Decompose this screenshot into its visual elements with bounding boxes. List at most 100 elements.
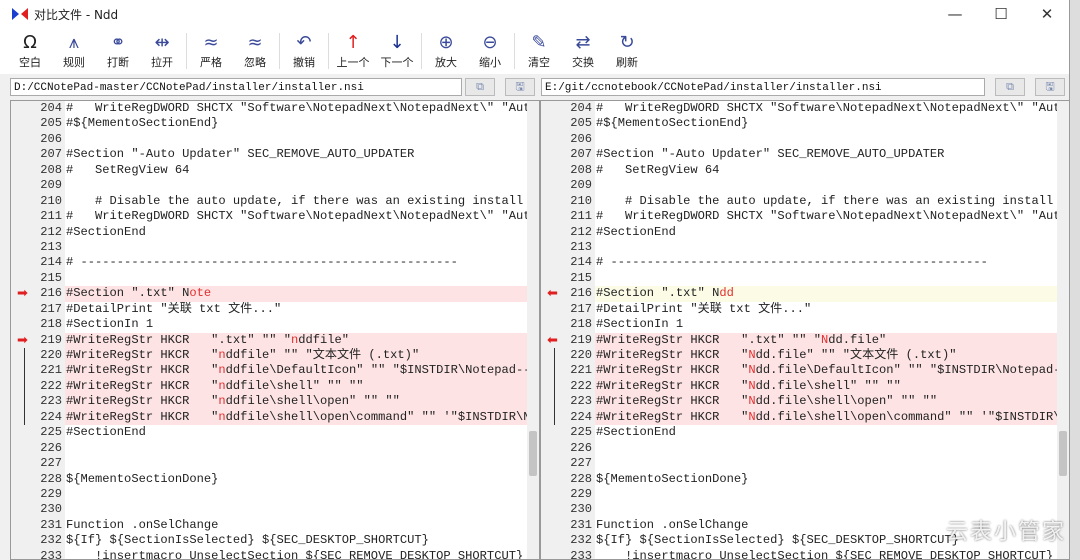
line-text: #WriteRegStr HKCR "nddfile\DefaultIcon" … (65, 363, 527, 379)
diff-text: n (218, 348, 226, 362)
diff-text: N (748, 348, 756, 362)
line-text: #SectionEnd (65, 225, 527, 240)
line-text (595, 240, 1057, 255)
code-line: 233 !insertmacro UnselectSection ${SEC_R… (11, 548, 527, 559)
left-scroll-thumb[interactable] (529, 431, 537, 476)
left-save-button[interactable]: 🖫 (505, 78, 535, 96)
code-line: 221 #WriteRegStr HKCR "nddfile\DefaultIco… (11, 363, 527, 379)
toolbar-separator (514, 33, 515, 69)
toolbar-whitespace-button[interactable]: Ω 空白 (8, 32, 52, 70)
line-text: # --------------------------------------… (65, 255, 527, 270)
zoom-out-label: 缩小 (479, 56, 501, 69)
text-segment: ddfile" (298, 332, 350, 347)
toolbar-previous-button[interactable]: ↑ 上一个 (331, 32, 375, 70)
save-icon: 🖫 (1045, 80, 1055, 93)
line-number: 221 (541, 363, 592, 379)
text-segment: # WriteRegDWORD SHCTX "Software\NotepadN… (596, 209, 1057, 224)
code-line: 212 #SectionEnd (541, 224, 1057, 240)
line-number: 209 (541, 178, 592, 194)
line-text: #SectionIn 1 (65, 317, 527, 332)
line-text: ${MementoSectionDone} (595, 472, 1057, 487)
line-text: #${MementoSectionEnd} (65, 116, 527, 131)
toolbar-clear-button[interactable]: ✎ 清空 (517, 32, 561, 70)
code-line: 214 # -----------------------------------… (541, 255, 1057, 271)
left-path-input[interactable]: D:/CCNotePad-master/CCNotePad/installer/… (10, 78, 462, 96)
line-text: !insertmacro UnselectSection ${SEC_REMOV… (595, 549, 1057, 559)
code-line: 223 #WriteRegStr HKCR "nddfile\shell\open… (11, 394, 527, 410)
code-line: 217 #DetailPrint "关联 txt 文件..." (11, 301, 527, 318)
code-line: 223 #WriteRegStr HKCR "Ndd.file\shell\ope… (541, 394, 1057, 410)
code-line: 207 #Section "-Auto Updater" SEC_REMOVE_A… (11, 147, 527, 163)
toolbar-pull-apart-button[interactable]: ⇹ 拉开 (140, 32, 184, 70)
line-text: #Section "-Auto Updater" SEC_REMOVE_AUTO… (65, 147, 527, 162)
text-segment: #DetailPrint "关联 txt 文件..." (596, 301, 812, 316)
diff-arrow-icon[interactable]: ⬅ (547, 286, 558, 301)
minimize-button[interactable]: — (932, 0, 978, 28)
toolbar-strict-button[interactable]: ≈ 严格 (189, 32, 233, 70)
text-segment: #WriteRegStr HKCR ".txt" "" " (596, 332, 821, 347)
diff-block-bar (24, 409, 25, 426)
toolbar-ignore-button[interactable]: ≈ 忽略 (233, 32, 277, 70)
right-save-button[interactable]: 🖫 (1035, 78, 1065, 96)
text-segment: # --------------------------------------… (66, 255, 458, 270)
toolbar-swap-button[interactable]: ⇄ 交换 (561, 32, 605, 70)
diff-text: N (748, 394, 756, 409)
text-segment: #SectionEnd (596, 425, 676, 440)
code-line: 229 (11, 486, 527, 503)
text-segment: #WriteRegStr HKCR " (66, 394, 219, 409)
text-segment: #WriteRegStr HKCR " (596, 348, 749, 362)
line-number: 229 (541, 486, 592, 503)
line-number: 205 (11, 116, 62, 132)
break-label: 打断 (107, 56, 129, 69)
line-number: 215 (11, 270, 62, 287)
toolbar-break-button[interactable]: ⚭ 打断 (96, 32, 140, 70)
window-title: 对比文件 - Ndd (34, 7, 119, 22)
text-segment: #SectionEnd (66, 224, 146, 239)
code-line: 214 # -----------------------------------… (11, 255, 527, 271)
text-segment: ddfile\shell\open" "" "" (225, 394, 400, 409)
right-open-file-button[interactable]: ⧉ (995, 78, 1025, 96)
left-scrollbar[interactable] (527, 101, 539, 559)
toolbar-next-button[interactable]: ↓ 下一个 (375, 32, 419, 70)
close-button[interactable]: ✕ (1024, 0, 1070, 28)
line-text (65, 456, 527, 471)
text-segment: # Disable the auto update, if there was … (596, 193, 1054, 208)
line-number: 220 (541, 348, 592, 364)
right-path-input[interactable]: E:/git/ccnotebook/CCNotePad/installer/in… (541, 78, 985, 96)
open-file-icon: ⧉ (476, 80, 484, 93)
line-number: 206 (541, 131, 592, 148)
line-text: #DetailPrint "关联 txt 文件..." (595, 302, 1057, 317)
line-text: #${MementoSectionEnd} (595, 116, 1057, 131)
line-text: #WriteRegStr HKCR "Ndd.file\DefaultIcon"… (595, 363, 1057, 379)
diff-arrow-icon[interactable]: ⬅ (547, 333, 558, 348)
text-segment: #${MementoSectionEnd} (66, 116, 219, 131)
toolbar-zoom-out-button[interactable]: ⊖ 缩小 (468, 32, 512, 70)
clear-icon: ✎ (531, 32, 547, 53)
code-line: 210 # Disable the auto update, if there … (541, 193, 1057, 210)
toolbar-rules-button[interactable]: ⩚ 规则 (52, 32, 96, 70)
code-line: 220 #WriteRegStr HKCR "Ndd.file" "" "文本文件… (541, 348, 1057, 364)
line-number: 230 (11, 502, 62, 518)
text-segment: Function .onSelChange (596, 517, 749, 532)
right-scrollbar[interactable] (1057, 101, 1069, 559)
line-number: 226 (11, 440, 62, 457)
left-editor[interactable]: 204 # WriteRegDWORD SHCTX "Software\Notep… (10, 100, 540, 560)
code-line: 216 ➡ #Section ".txt" Note (11, 286, 527, 302)
code-line: 219 ➡ #WriteRegStr HKCR ".txt" "" "nddfile… (11, 332, 527, 348)
line-text: # WriteRegDWORD SHCTX "Software\NotepadN… (595, 101, 1057, 116)
line-number: 212 (541, 224, 592, 240)
left-open-file-button[interactable]: ⧉ (465, 78, 495, 96)
maximize-button[interactable]: ☐ (978, 0, 1024, 28)
line-number: 207 (541, 147, 592, 163)
right-scroll-thumb[interactable] (1059, 431, 1067, 476)
diff-arrow-icon[interactable]: ➡ (17, 286, 28, 301)
toolbar-refresh-button[interactable]: ↻ 刷新 (605, 32, 649, 70)
code-line: 222 #WriteRegStr HKCR "Ndd.file\shell" ""… (541, 378, 1057, 395)
line-number: 232 (11, 533, 62, 549)
toolbar-zoom-in-button[interactable]: ⊕ 放大 (424, 32, 468, 70)
diff-arrow-icon[interactable]: ➡ (17, 333, 28, 348)
toolbar-undo-button[interactable]: ↶ 撤销 (282, 32, 326, 70)
right-editor[interactable]: 204 # WriteRegDWORD SHCTX "Software\Notep… (540, 100, 1070, 560)
text-segment: # WriteRegDWORD SHCTX "Software\NotepadN… (66, 101, 527, 115)
text-segment: Function .onSelChange (66, 517, 219, 532)
